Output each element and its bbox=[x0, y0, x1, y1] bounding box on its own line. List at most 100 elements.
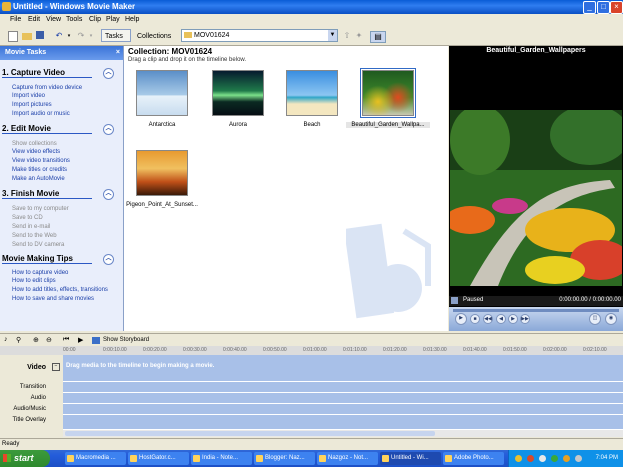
link-import-pictures[interactable]: Import pictures bbox=[12, 102, 52, 108]
collection-hint: Drag a clip and drop it on the timeline … bbox=[128, 57, 247, 63]
close-button[interactable]: × bbox=[610, 1, 623, 14]
link-capture-device[interactable]: Capture from video device bbox=[12, 85, 82, 91]
title-overlay-track[interactable] bbox=[63, 415, 623, 430]
track-label-audio: Audio bbox=[30, 395, 46, 401]
tray-icon[interactable] bbox=[563, 455, 570, 462]
seek-bar[interactable] bbox=[453, 309, 619, 312]
taskbar-button-label: Adobe Photo... bbox=[454, 455, 494, 461]
menu-tools[interactable]: Tools bbox=[66, 16, 82, 23]
link-tip-save[interactable]: How to save and share movies bbox=[12, 296, 94, 302]
undo-icon[interactable]: ↶ bbox=[54, 31, 64, 41]
volume-icon[interactable] bbox=[575, 455, 582, 462]
link-import-video[interactable]: Import video bbox=[12, 93, 45, 99]
zoom-out-icon[interactable]: ⊖ bbox=[46, 336, 52, 344]
link-tip-edit[interactable]: How to edit clips bbox=[12, 278, 56, 284]
set-audio-levels-icon[interactable]: ⚲ bbox=[16, 336, 21, 344]
chevron-down-icon[interactable]: ▼ bbox=[328, 30, 337, 41]
save-icon[interactable] bbox=[36, 31, 44, 39]
scroll-thumb[interactable] bbox=[65, 431, 435, 436]
split-clip-icon[interactable]: ◫ bbox=[589, 313, 601, 325]
link-send-web: Send to the Web bbox=[12, 233, 57, 239]
redo-dropdown-icon[interactable]: ▾ bbox=[86, 31, 96, 41]
taskbar-button[interactable]: Nazgoz - Not... bbox=[317, 452, 378, 465]
link-automovie[interactable]: Make an AutoMovie bbox=[12, 176, 65, 182]
menu-help[interactable]: Help bbox=[125, 16, 139, 23]
movie-maker-icon bbox=[2, 2, 11, 11]
link-video-transitions[interactable]: View video transitions bbox=[12, 158, 70, 164]
new-collection-icon[interactable]: ✦ bbox=[354, 31, 364, 41]
menu-view[interactable]: View bbox=[46, 16, 61, 23]
stop-icon[interactable]: ■ bbox=[470, 314, 480, 324]
play-icon[interactable]: ▶ bbox=[455, 313, 467, 325]
tray-icon[interactable] bbox=[515, 455, 522, 462]
start-button[interactable]: start bbox=[0, 450, 50, 467]
taskbar-button[interactable]: Untitled - Wi... bbox=[380, 452, 441, 465]
back-icon[interactable]: ◀ bbox=[496, 314, 506, 324]
taskbar-button[interactable]: HostGator.c... bbox=[128, 452, 189, 465]
preview-title: Beautiful_Garden_Wallpapers bbox=[486, 47, 586, 54]
timeline-scrollbar[interactable] bbox=[63, 430, 623, 437]
play-timeline-icon[interactable]: ▶ bbox=[78, 336, 83, 344]
section-edit-movie[interactable]: 2. Edit Movie ︿ bbox=[2, 124, 114, 135]
clip-label: Beach bbox=[303, 122, 321, 128]
open-folder-icon[interactable] bbox=[22, 33, 32, 40]
link-titles-credits[interactable]: Make titles or credits bbox=[12, 167, 67, 173]
previous-frame-icon[interactable]: ◀◀ bbox=[483, 314, 493, 324]
collapse-chevron-icon[interactable]: ︿ bbox=[103, 254, 114, 265]
app-icon bbox=[130, 455, 137, 462]
transition-track[interactable] bbox=[63, 382, 623, 393]
minimize-button[interactable]: _ bbox=[583, 1, 596, 14]
video-track[interactable]: Drag media to the timeline to begin maki… bbox=[63, 355, 623, 382]
preview-status-bar: Paused 0:00:00.00 / 0:00:00.00 bbox=[449, 296, 623, 306]
menu-file[interactable]: File bbox=[10, 16, 21, 23]
close-pane-icon[interactable]: × bbox=[116, 46, 120, 60]
link-tip-titles[interactable]: How to add titles, effects, transitions bbox=[12, 287, 108, 293]
audio-music-track[interactable] bbox=[63, 404, 623, 415]
views-icon[interactable]: ▤ bbox=[370, 31, 386, 43]
new-project-icon[interactable] bbox=[8, 31, 18, 42]
link-send-dv: Send to DV camera bbox=[12, 242, 65, 248]
taskbar-button[interactable]: India - Note... bbox=[191, 452, 252, 465]
app-icon bbox=[445, 455, 452, 462]
link-tip-capture[interactable]: How to capture video bbox=[12, 270, 68, 276]
menu-clip[interactable]: Clip bbox=[89, 16, 101, 23]
undo-dropdown-icon[interactable]: ▾ bbox=[64, 31, 74, 41]
tasks-button[interactable]: Tasks bbox=[101, 29, 131, 42]
rewind-timeline-icon[interactable]: ⏮ bbox=[63, 336, 69, 344]
audio-track[interactable] bbox=[63, 393, 623, 404]
up-folder-icon[interactable]: ⇧ bbox=[342, 31, 352, 41]
section-movie-tips[interactable]: Movie Making Tips ︿ bbox=[2, 254, 114, 265]
link-video-effects[interactable]: View video effects bbox=[12, 149, 60, 155]
section-finish-movie[interactable]: 3. Finish Movie ︿ bbox=[2, 189, 114, 200]
taskbar-button[interactable]: Macromedia ... bbox=[65, 452, 126, 465]
snapshot-icon[interactable]: ◉ bbox=[605, 313, 617, 325]
next-frame-icon[interactable]: ▶▶ bbox=[520, 314, 530, 324]
tray-icon[interactable] bbox=[551, 455, 558, 462]
collapse-chevron-icon[interactable]: ︿ bbox=[103, 124, 114, 135]
menu-edit[interactable]: Edit bbox=[28, 16, 40, 23]
tray-icon[interactable] bbox=[539, 455, 546, 462]
collection-combo[interactable]: MOV01624 ▼ bbox=[181, 29, 338, 42]
section-capture-video[interactable]: 1. Capture Video ︿ bbox=[2, 68, 114, 79]
link-import-audio[interactable]: Import audio or music bbox=[12, 111, 70, 117]
narrate-icon[interactable]: ♪ bbox=[4, 336, 8, 343]
tray-icon[interactable] bbox=[527, 455, 534, 462]
timeline-ruler: 00:00 0:00:10.00 0:00:20.00 0:00:30.00 0:00:… bbox=[0, 346, 623, 355]
ruler-tick-label: 0:02:00.00 bbox=[543, 347, 567, 353]
zoom-in-icon[interactable]: ⊕ bbox=[33, 336, 39, 344]
collections-button[interactable]: Collections bbox=[133, 29, 178, 42]
show-storyboard-button[interactable]: Show Storyboard bbox=[103, 337, 149, 343]
forward-icon[interactable]: ▶ bbox=[508, 314, 518, 324]
link-show-collections: Show collections bbox=[12, 141, 57, 147]
redo-icon[interactable]: ↷ bbox=[76, 31, 86, 41]
toolbar: ↶ ▾ ↷ ▾ Tasks Collections MOV01624 ▼ ⇧ ✦… bbox=[0, 27, 623, 46]
section-title: 3. Finish Movie bbox=[2, 189, 60, 198]
collapse-chevron-icon[interactable]: ︿ bbox=[103, 189, 114, 200]
collapse-chevron-icon[interactable]: ︿ bbox=[103, 68, 114, 79]
taskbar-button[interactable]: Adobe Photo... bbox=[443, 452, 504, 465]
taskbar-button[interactable]: Blogger: Naz... bbox=[254, 452, 315, 465]
expand-video-icon[interactable]: − bbox=[52, 363, 60, 371]
maximize-button[interactable]: □ bbox=[597, 1, 610, 14]
menu-play[interactable]: Play bbox=[106, 16, 120, 23]
clock: 7:04 PM bbox=[595, 455, 618, 461]
